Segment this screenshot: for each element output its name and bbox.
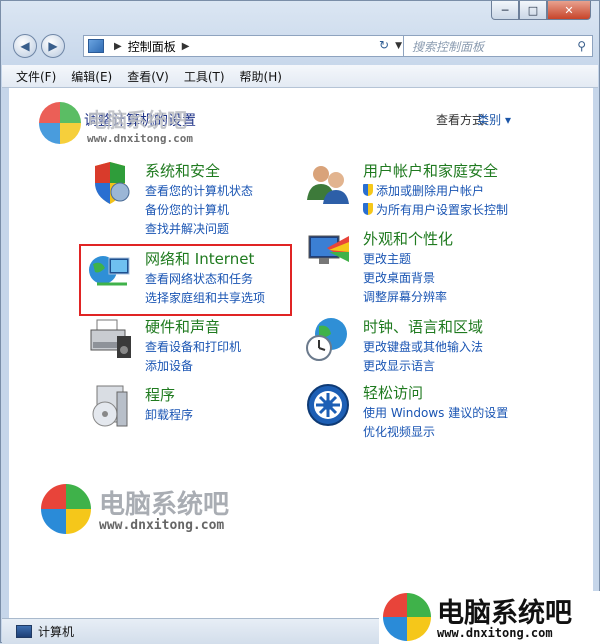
category-user-accounts: 用户帐户和家庭安全 添加或删除用户帐户 为所有用户设置家长控制 <box>305 160 545 220</box>
menu-help[interactable]: 帮助(H) <box>240 68 282 85</box>
computer-icon <box>16 625 32 638</box>
forward-arrow-icon: ▶ <box>48 39 58 53</box>
control-panel-content: 调整计算机的设置 查看方式: 类别 ▾ 系统和安全 查看您的计算机状态 备份您的… <box>9 88 593 618</box>
watermark-text: 电脑系统吧 <box>99 490 230 520</box>
watermark-logo-icon <box>383 593 431 641</box>
watermark-logo-icon <box>41 484 91 534</box>
category-programs: 程序 卸载程序 <box>87 384 307 434</box>
users-icon[interactable] <box>305 160 351 206</box>
view-by-dropdown[interactable]: 类别 ▾ <box>477 111 511 128</box>
link-backup-computer[interactable]: 备份您的计算机 <box>145 201 229 218</box>
programs-icon[interactable] <box>87 384 133 430</box>
link-desktop-background[interactable]: 更改桌面背景 <box>363 269 435 286</box>
link-add-remove-accounts[interactable]: 添加或删除用户帐户 <box>363 182 484 199</box>
category-ease-of-access: 轻松访问 使用 Windows 建议的设置 优化视频显示 <box>305 382 545 442</box>
refresh-button[interactable]: ↻ <box>373 35 395 55</box>
link-parental-controls[interactable]: 为所有用户设置家长控制 <box>363 201 508 218</box>
link-text: 添加或删除用户帐户 <box>376 184 485 198</box>
watermark-url: www.dnxitong.com <box>87 132 193 145</box>
category-title[interactable]: 轻松访问 <box>363 382 423 403</box>
minimize-button[interactable]: ─ <box>491 1 519 20</box>
printer-icon[interactable] <box>87 316 133 362</box>
link-devices-printers[interactable]: 查看设备和打印机 <box>145 338 241 355</box>
watermark-text: 电脑系统吧 <box>437 598 572 629</box>
breadcrumb-arrow-icon[interactable]: ▶ <box>114 41 122 52</box>
status-text: 计算机 <box>38 625 75 639</box>
maximize-button[interactable]: □ <box>519 1 547 20</box>
appearance-icon[interactable] <box>305 228 351 274</box>
clock-globe-icon[interactable] <box>305 316 351 362</box>
category-title[interactable]: 用户帐户和家庭安全 <box>363 160 498 181</box>
navigation-bar: ◀ ▶ ▶ 控制面板 ▶ ▼ ↻ 搜索控制面板 ⚲ <box>11 32 593 60</box>
link-add-device[interactable]: 添加设备 <box>145 357 193 374</box>
link-windows-suggested-settings[interactable]: 使用 Windows 建议的设置 <box>363 404 508 421</box>
link-uninstall-program[interactable]: 卸载程序 <box>145 406 193 423</box>
watermark-url: www.dnxitong.com <box>99 518 225 533</box>
watermark-middle: 电脑系统吧 www.dnxitong.com <box>41 484 261 540</box>
uac-shield-icon <box>363 184 373 196</box>
link-view-computer-status[interactable]: 查看您的计算机状态 <box>145 182 253 199</box>
search-placeholder: 搜索控制面板 <box>412 39 485 54</box>
control-panel-window: ─ □ ✕ ◀ ▶ ▶ 控制面板 ▶ ▼ ↻ 搜索控制面板 ⚲ 文件(F) 编辑… <box>0 0 600 644</box>
link-troubleshoot[interactable]: 查找并解决问题 <box>145 220 229 237</box>
watermark-bottom: 电脑系统吧 www.dnxitong.com <box>379 591 600 644</box>
menu-file[interactable]: 文件(F) <box>16 68 56 85</box>
address-bar[interactable]: ▶ 控制面板 ▶ ▼ <box>83 35 409 57</box>
link-change-theme[interactable]: 更改主题 <box>363 250 411 267</box>
search-icon[interactable]: ⚲ <box>577 39 586 53</box>
watermark-logo-icon <box>39 102 81 144</box>
refresh-icon: ↻ <box>378 38 390 52</box>
category-title[interactable]: 硬件和声音 <box>145 316 220 337</box>
breadcrumb-control-panel[interactable]: 控制面板 <box>128 38 176 55</box>
category-title[interactable]: 时钟、语言和区域 <box>363 316 483 337</box>
back-arrow-icon: ◀ <box>20 39 30 53</box>
link-change-keyboard[interactable]: 更改键盘或其他输入法 <box>363 338 483 355</box>
link-screen-resolution[interactable]: 调整屏幕分辨率 <box>363 288 447 305</box>
breadcrumb-arrow-icon[interactable]: ▶ <box>182 41 190 52</box>
control-panel-icon <box>88 39 104 53</box>
category-title[interactable]: 程序 <box>145 384 175 405</box>
category-title[interactable]: 外观和个性化 <box>363 228 453 249</box>
category-clock-language-region: 时钟、语言和区域 更改键盘或其他输入法 更改显示语言 <box>305 316 545 376</box>
close-button[interactable]: ✕ <box>547 1 591 20</box>
address-dropdown-icon[interactable]: ▼ <box>395 41 402 51</box>
menu-view[interactable]: 查看(V) <box>127 68 169 85</box>
ease-of-access-icon[interactable] <box>305 382 351 428</box>
uac-shield-icon <box>363 203 373 215</box>
shield-icon[interactable] <box>87 160 133 206</box>
category-title[interactable]: 系统和安全 <box>145 160 220 181</box>
highlight-box <box>79 244 292 316</box>
category-hardware-sound: 硬件和声音 查看设备和打印机 添加设备 <box>87 316 307 376</box>
link-display-language[interactable]: 更改显示语言 <box>363 357 435 374</box>
watermark-top: 电脑系统吧 www.dnxitong.com <box>39 102 219 152</box>
window-controls: ─ □ ✕ <box>491 1 591 20</box>
menu-edit[interactable]: 编辑(E) <box>71 68 112 85</box>
watermark-url: www.dnxitong.com <box>437 626 553 640</box>
link-optimize-video-display[interactable]: 优化视频显示 <box>363 423 435 440</box>
menu-bar: 文件(F) 编辑(E) 查看(V) 工具(T) 帮助(H) <box>2 65 598 88</box>
category-appearance: 外观和个性化 更改主题 更改桌面背景 调整屏幕分辨率 <box>305 228 545 308</box>
menu-tools[interactable]: 工具(T) <box>184 68 225 85</box>
watermark-text: 电脑系统吧 <box>87 108 187 132</box>
category-system-security: 系统和安全 查看您的计算机状态 备份您的计算机 查找并解决问题 <box>87 160 307 240</box>
search-input[interactable]: 搜索控制面板 ⚲ <box>403 35 593 57</box>
back-button[interactable]: ◀ <box>13 34 37 58</box>
link-text: 为所有用户设置家长控制 <box>376 203 509 217</box>
forward-button[interactable]: ▶ <box>41 34 65 58</box>
